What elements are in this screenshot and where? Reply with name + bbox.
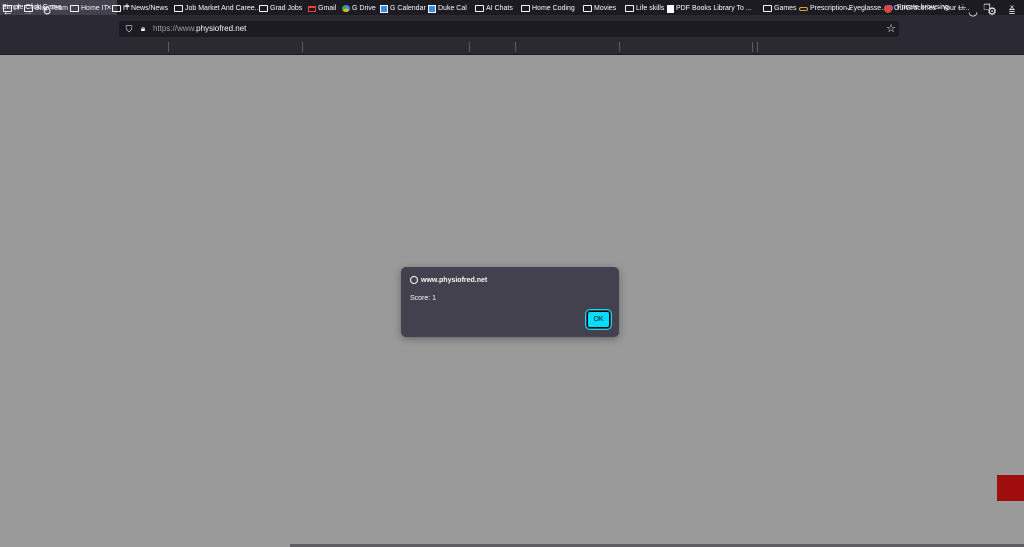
bookmark-it[interactable]: IT	[3, 0, 20, 17]
folder-icon	[583, 5, 592, 12]
bookmark-star-icon[interactable]: ☆	[884, 22, 898, 36]
bookmark-label: Games	[774, 5, 797, 12]
bookmark-blue-team[interactable]: Blue Team	[24, 0, 68, 17]
folder-icon	[112, 5, 121, 12]
bookmark-label: G Drive	[352, 5, 376, 12]
groceries-icon	[884, 4, 892, 13]
pdf-file-icon	[667, 4, 674, 13]
bookmark-separator	[752, 42, 753, 52]
bookmark-ourgroceries[interactable]: OurGroceries - Your Li...	[884, 0, 969, 17]
bookmark-separator	[168, 42, 169, 52]
bookmark-g-calendar[interactable]: G Calendar	[380, 0, 426, 17]
bookmark-label: Job Market And Caree...	[185, 5, 261, 12]
dialog-message: Score: 1	[410, 295, 437, 302]
bookmark-label: Movies	[594, 5, 617, 12]
folder-icon	[521, 5, 530, 12]
folder-icon	[625, 5, 634, 12]
bookmark-label: Blue Team	[35, 5, 68, 12]
google-drive-icon	[342, 5, 350, 12]
bookmark-movies[interactable]: Movies	[583, 0, 616, 17]
lock-icon[interactable]: 🔒︎	[138, 23, 148, 35]
bookmark-gmail[interactable]: Gmail	[308, 0, 336, 17]
ok-button[interactable]: OK	[585, 309, 612, 330]
globe-icon	[410, 276, 418, 284]
bookmark-it-news[interactable]: IT News/News	[112, 0, 168, 17]
bookmark-separator	[757, 42, 758, 52]
gmail-icon	[308, 5, 316, 12]
bookmark-duke-cal[interactable]: Duke Cal	[428, 0, 467, 17]
bookmark-separator	[515, 42, 516, 52]
folder-icon	[475, 5, 484, 12]
extensions-icon[interactable]: ⚙	[984, 4, 1000, 20]
bookmark-label: Home Coding	[532, 5, 575, 12]
folder-icon	[763, 5, 772, 12]
bookmark-label: IT	[14, 5, 21, 12]
bookmark-life-skills[interactable]: Life skills	[625, 0, 664, 17]
bookmark-label: Gmail	[318, 5, 337, 12]
folder-icon	[24, 5, 33, 12]
bookmark-g-drive[interactable]: G Drive	[342, 0, 376, 17]
folder-icon	[3, 5, 12, 12]
bookmark-games[interactable]: Games	[763, 0, 797, 17]
eyeglasses-icon	[799, 6, 808, 11]
app-menu-icon[interactable]: ≡	[1004, 4, 1020, 20]
bookmark-ai-chats[interactable]: AI Chats	[475, 0, 513, 17]
folder-icon	[259, 5, 268, 12]
dialog-origin: www.physiofred.net	[421, 277, 488, 284]
bookmark-label: IT News/News	[123, 5, 168, 12]
bookmark-label: G Calendar	[390, 5, 426, 12]
bookmark-prescription-eyeglasses[interactable]: Prescription Eyeglasse...	[799, 0, 887, 17]
url-prefix: https://www.	[153, 24, 197, 33]
bookmark-pdf-books[interactable]: PDF Books Library To ...	[667, 0, 752, 17]
calendar-icon	[380, 4, 388, 13]
bookmark-label: AI Chats	[486, 5, 513, 12]
calendar-icon	[428, 4, 436, 13]
click-target-square[interactable]	[997, 475, 1024, 501]
bookmark-job-market[interactable]: Job Market And Caree...	[174, 0, 260, 17]
bookmark-label: PDF Books Library To ...	[676, 5, 752, 12]
bookmark-home-coding[interactable]: Home Coding	[521, 0, 575, 17]
folder-icon	[70, 5, 79, 12]
bookmark-label: Life skills	[636, 5, 665, 12]
bookmark-label: Home IT	[81, 5, 108, 12]
bookmark-grad-jobs[interactable]: Grad Jobs	[259, 0, 302, 17]
bookmark-separator	[469, 42, 470, 52]
bookmarks-toolbar	[0, 38, 1024, 55]
bookmark-separator	[619, 42, 620, 52]
bookmark-home-it[interactable]: Home IT	[70, 0, 108, 17]
url-text[interactable]: https://www.physiofred.net	[153, 23, 246, 35]
bookmark-separator	[302, 42, 303, 52]
bookmark-label: OurGroceries - Your Li...	[894, 5, 970, 12]
bookmark-label: Prescription Eyeglasse...	[810, 5, 888, 12]
tracking-shield-icon[interactable]: ⛉	[124, 23, 134, 35]
url-domain: physiofred.net	[196, 24, 247, 33]
bookmark-label: Duke Cal	[438, 5, 467, 12]
folder-icon	[174, 5, 183, 12]
bookmark-label: Grad Jobs	[270, 5, 303, 12]
